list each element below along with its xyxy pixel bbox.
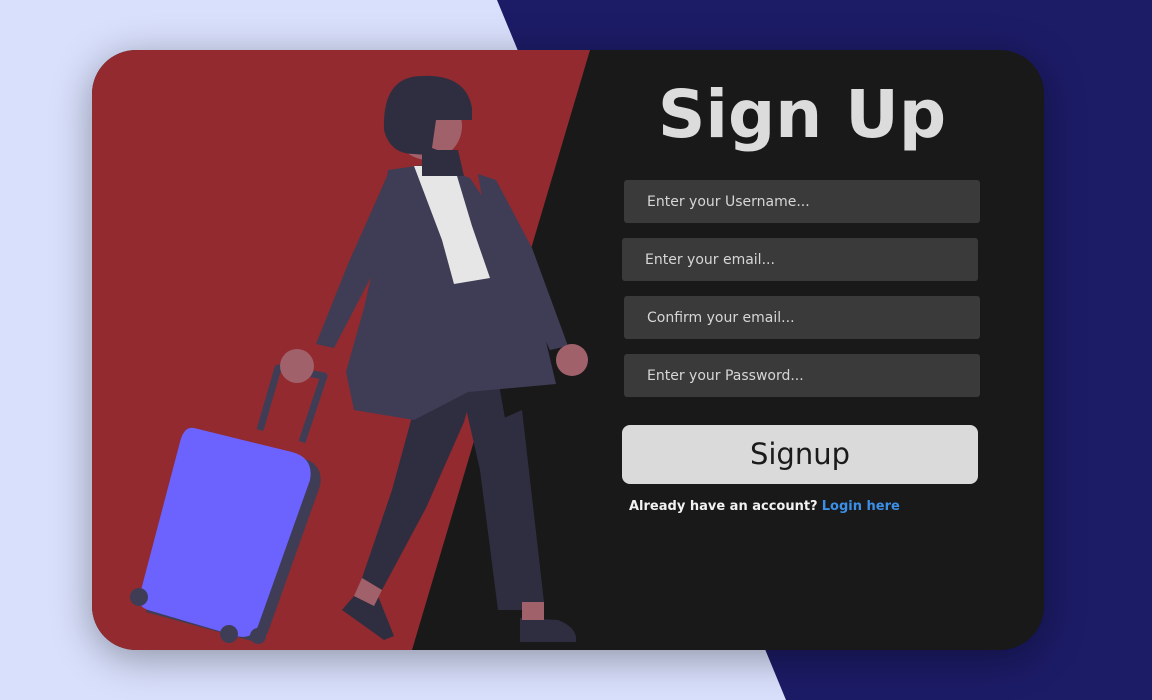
- login-prompt: Already have an account? Login here: [629, 499, 989, 514]
- signup-card: Sign Up Signup Already have an account? …: [92, 50, 1044, 650]
- signup-page: Sign Up Signup Already have an account? …: [0, 0, 1152, 700]
- email-input[interactable]: [622, 238, 978, 281]
- username-input[interactable]: [624, 180, 980, 223]
- confirm-email-input[interactable]: [624, 296, 980, 339]
- password-input[interactable]: [624, 354, 980, 397]
- signup-button[interactable]: Signup: [622, 425, 978, 484]
- page-title: Sign Up: [657, 76, 947, 153]
- login-link[interactable]: Login here: [822, 499, 900, 514]
- account-prompt-text: Already have an account?: [629, 499, 818, 514]
